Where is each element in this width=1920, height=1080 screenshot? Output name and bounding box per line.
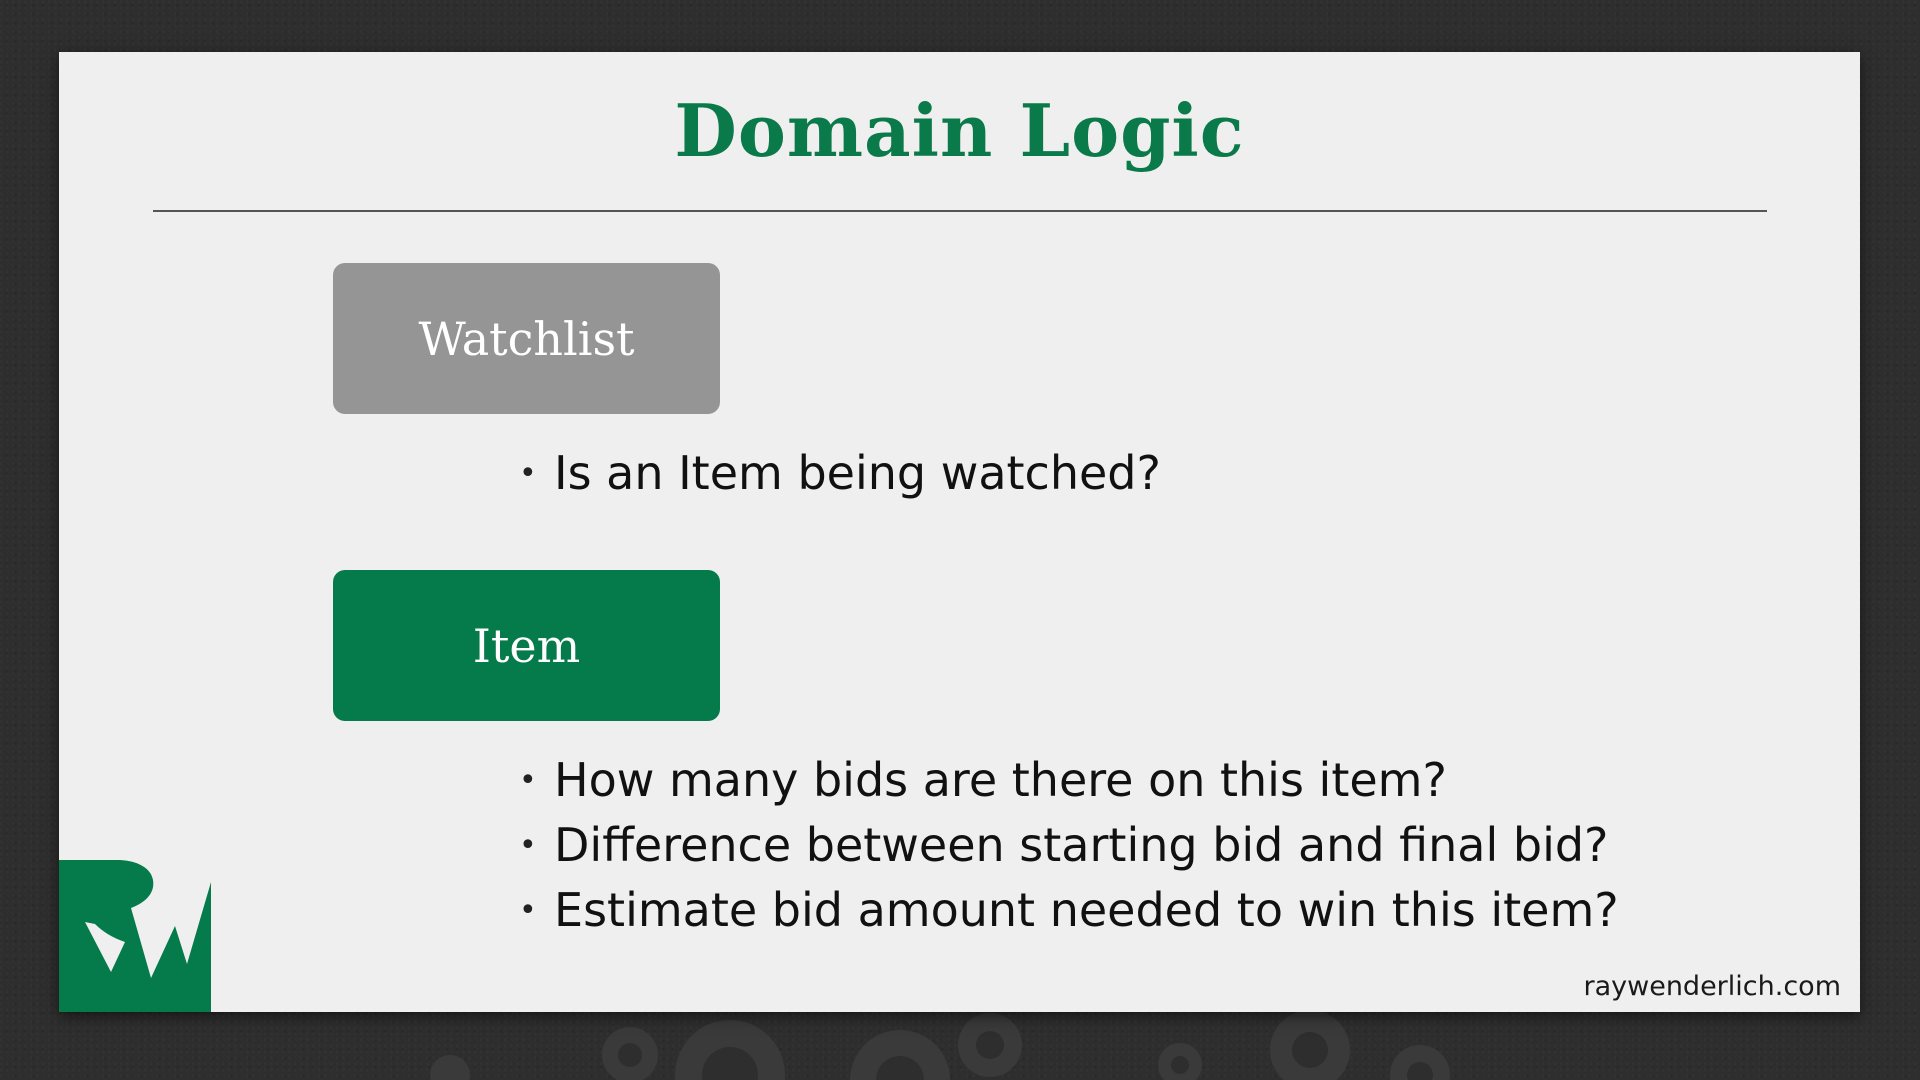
- watchlist-box: Watchlist: [333, 263, 720, 414]
- bullet-text: Is an Item being watched?: [554, 446, 1161, 500]
- list-item: • How many bids are there on this item?: [519, 748, 1619, 813]
- bullet-icon: •: [519, 828, 537, 863]
- bullet-icon: •: [519, 893, 537, 928]
- bullet-text: How many bids are there on this item?: [554, 753, 1447, 807]
- item-box-label: Item: [472, 618, 581, 673]
- bullet-text: Estimate bid amount needed to win this i…: [554, 883, 1619, 937]
- bullet-icon: •: [519, 456, 537, 491]
- item-box: Item: [333, 570, 720, 721]
- slide: Domain Logic Watchlist • Is an Item bein…: [59, 52, 1860, 1012]
- item-bullet-list: • How many bids are there on this item? …: [519, 748, 1619, 943]
- watchlist-box-label: Watchlist: [418, 311, 635, 366]
- slide-title: Domain Logic: [674, 88, 1245, 173]
- gear-icon: [430, 1055, 470, 1080]
- title-divider: [153, 210, 1767, 212]
- bullet-text: Difference between starting bid and fina…: [554, 818, 1609, 872]
- raywenderlich-logo-icon: [59, 860, 211, 1012]
- watchlist-bullet-list: • Is an Item being watched?: [519, 441, 1161, 506]
- list-item: • Difference between starting bid and fi…: [519, 813, 1619, 878]
- bullet-icon: •: [519, 763, 537, 798]
- list-item: • Estimate bid amount needed to win this…: [519, 878, 1619, 943]
- site-url: raywenderlich.com: [1583, 971, 1842, 1002]
- list-item: • Is an Item being watched?: [519, 441, 1161, 506]
